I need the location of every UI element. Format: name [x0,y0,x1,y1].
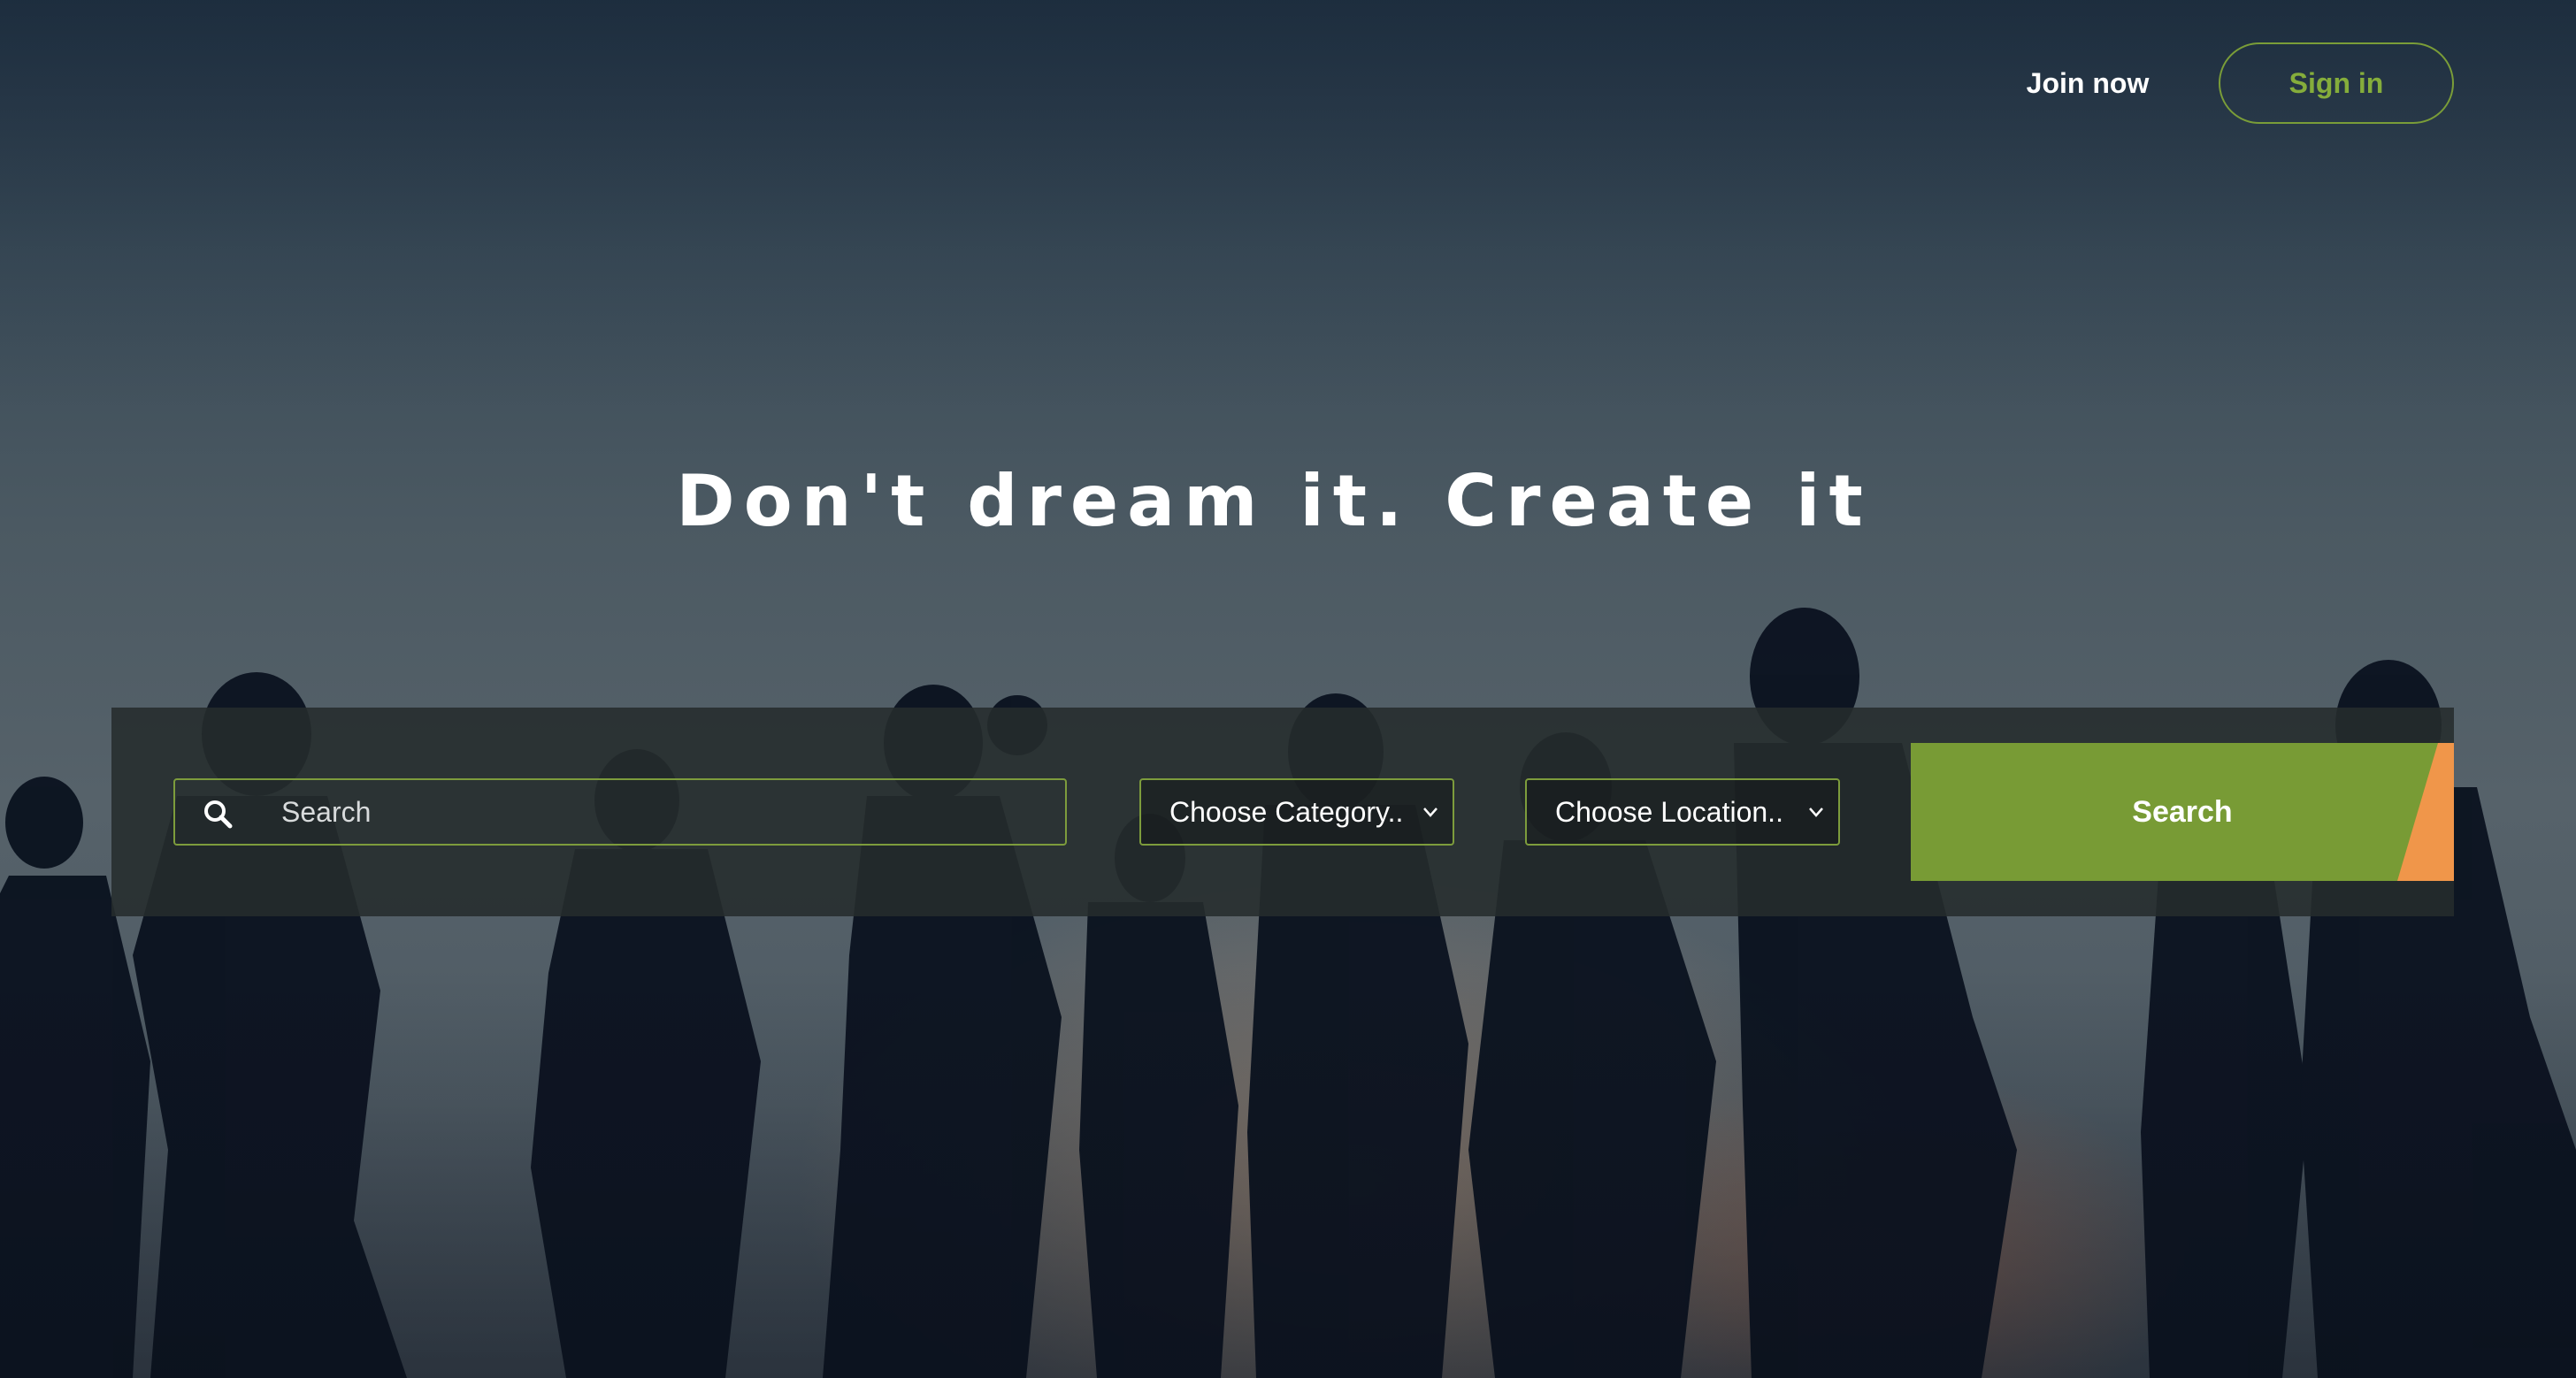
chevron-down-icon [1423,808,1438,817]
hero-headline: Don't dream it. Create it [676,460,1872,542]
chevron-down-icon [1809,808,1823,817]
sign-in-button[interactable]: Sign in [2219,42,2454,124]
search-input[interactable] [281,780,1051,844]
search-button-label: Search [2132,795,2233,829]
search-icon [204,800,233,829]
location-select[interactable]: Choose Location.. [1525,778,1840,846]
search-field[interactable] [173,778,1067,846]
search-button[interactable]: Search [1911,743,2454,881]
category-select-value: Choose Category.. [1169,796,1404,828]
category-select[interactable]: Choose Category.. [1139,778,1454,846]
join-now-link[interactable]: Join now [1999,57,2176,110]
location-select-value: Choose Location.. [1555,796,1783,828]
walking-people-silhouettes-image [0,608,2576,1378]
hero-background [0,0,2576,1378]
